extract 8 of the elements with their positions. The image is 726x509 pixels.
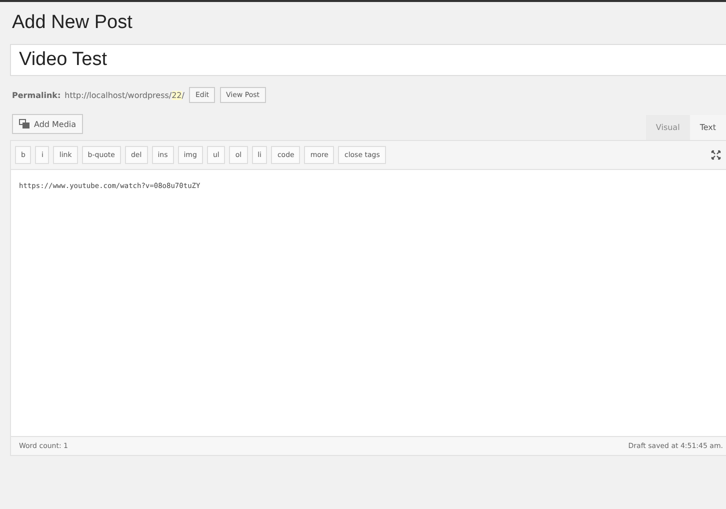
permalink-url[interactable]: http://localhost/wordpress/22/ [64, 90, 184, 100]
add-media-button[interactable]: Add Media [12, 114, 84, 134]
fullscreen-icon[interactable] [711, 150, 721, 160]
media-icon [19, 119, 30, 129]
permalink-label: Permalink: [12, 90, 61, 100]
editor-tab[interactable]: Text [690, 115, 726, 140]
page-heading: Add New Post [12, 12, 134, 34]
title-field[interactable]: Video Test [10, 44, 726, 76]
